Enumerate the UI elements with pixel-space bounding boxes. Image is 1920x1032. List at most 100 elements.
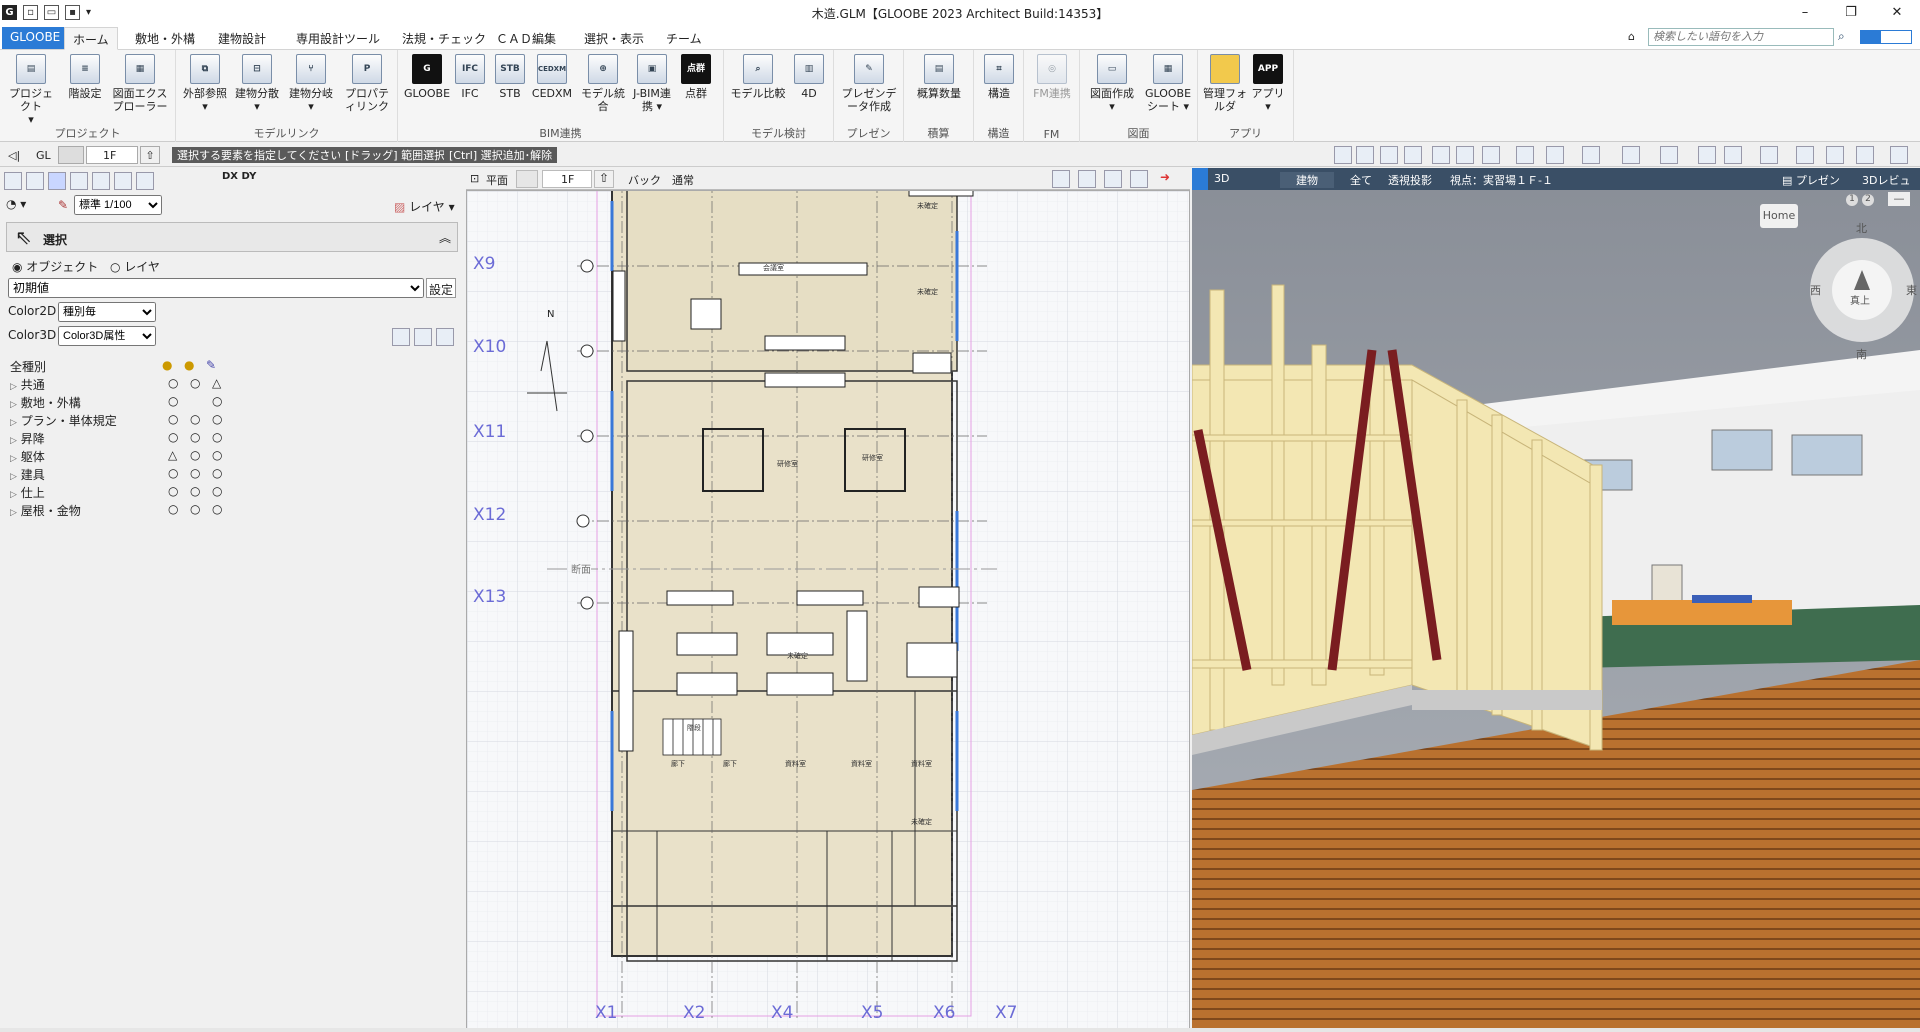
panel-collapse-icon[interactable]: ◁|: [8, 146, 20, 164]
floor-settings-button[interactable]: ≡ 階設定: [60, 54, 110, 100]
category-state-2[interactable]: ○: [212, 412, 222, 426]
category-row[interactable]: ▷ 昇降 ○ ○ ○: [10, 430, 240, 448]
light-bulb-icon[interactable]: [1698, 146, 1716, 164]
category-row[interactable]: ▷ 建具 ○ ○ ○: [10, 466, 240, 484]
category-state-0[interactable]: ○: [168, 430, 178, 444]
plan-view-icon[interactable]: ⊡: [470, 172, 479, 185]
wand-icon[interactable]: [70, 172, 88, 190]
category-state-2[interactable]: ○: [212, 394, 222, 408]
select-filter-icon[interactable]: [1456, 146, 1474, 164]
point-cloud-button[interactable]: 点群 点群: [674, 54, 718, 100]
floor-select[interactable]: 1F: [86, 146, 138, 164]
category-state-1[interactable]: ○: [190, 466, 200, 480]
grip-icon[interactable]: [26, 172, 44, 190]
view-2-button[interactable]: 2: [1862, 194, 1874, 206]
category-row[interactable]: ▷ 屋根・金物 ○ ○ ○: [10, 502, 240, 520]
expand-chevron-icon[interactable]: ▷: [10, 508, 17, 518]
filter-icon[interactable]: [1516, 146, 1534, 164]
4d-button[interactable]: ▥ 4D: [788, 54, 830, 100]
expand-chevron-icon[interactable]: ▷: [10, 418, 17, 428]
bulb-icon[interactable]: [392, 328, 410, 346]
category-state-2[interactable]: ○: [212, 502, 222, 516]
preset-select[interactable]: 初期値: [8, 278, 424, 298]
line-select-icon[interactable]: [92, 172, 110, 190]
category-state-2[interactable]: ○: [212, 430, 222, 444]
category-row[interactable]: ▷ 躯体 △ ○ ○: [10, 448, 240, 466]
category-row[interactable]: ▷ 仕上 ○ ○ ○: [10, 484, 240, 502]
filter-funnel-icon[interactable]: [436, 328, 454, 346]
paint-icon[interactable]: [1724, 146, 1742, 164]
grid-select-icon[interactable]: [136, 172, 154, 190]
expand-chevron-icon[interactable]: ▷: [10, 490, 17, 500]
expand-chevron-icon[interactable]: ▷: [10, 472, 17, 482]
select-cursor-icon[interactable]: [1432, 146, 1450, 164]
tab-home[interactable]: ホーム: [64, 27, 118, 50]
3d-view-canvas[interactable]: Home 1 2 — 北 南 東 西 真上: [1192, 190, 1920, 1032]
ifc-button[interactable]: IFC IFC: [448, 54, 492, 100]
edit-pen-icon[interactable]: ✎: [206, 358, 216, 372]
layer-button[interactable]: ▨ レイヤ ▾: [394, 198, 455, 215]
view-3d-icon[interactable]: [1356, 146, 1374, 164]
apps-button[interactable]: APP アプリ ▾: [1246, 54, 1290, 113]
cross-select-icon[interactable]: [48, 172, 66, 190]
gloobe-sheet-button[interactable]: ▦ GLOOBEシート ▾: [1140, 54, 1196, 113]
perspective-button[interactable]: 透視投影: [1388, 172, 1432, 188]
color2d-select[interactable]: 種別毎: [58, 302, 156, 322]
plan-grid-icon[interactable]: [1130, 170, 1148, 188]
view-list-icon[interactable]: [1334, 146, 1352, 164]
plan-floor-up-icon[interactable]: ⇧: [594, 170, 614, 188]
plan-floor-select[interactable]: 1F: [542, 170, 592, 188]
tab-building-design[interactable]: 建物設計: [210, 27, 274, 50]
presentation-button[interactable]: ▤ プレゼン: [1782, 172, 1840, 188]
plan-sync-arrow-icon[interactable]: ➜: [1160, 170, 1170, 184]
expand-chevron-icon[interactable]: ▷: [10, 382, 17, 392]
external-ref-button[interactable]: ⧉ 外部参照 ▾: [180, 54, 230, 113]
floor-up-icon[interactable]: ⇧: [140, 146, 160, 164]
collapse-up-icon[interactable]: ︽: [439, 229, 451, 246]
new-file-icon[interactable]: ▫: [23, 4, 38, 20]
jbim-button[interactable]: ▣ J-BIM連携 ▾: [630, 54, 674, 113]
compass-west[interactable]: 西: [1810, 282, 1821, 298]
presentation-data-button[interactable]: ✎ プレゼンデータ作成: [840, 54, 898, 113]
tab-special-tools[interactable]: 専用設計ツール: [288, 27, 388, 50]
expand-chevron-icon[interactable]: ▷: [10, 454, 17, 464]
manage-folder-button[interactable]: 管理フォルダ: [1202, 54, 1248, 113]
project-button[interactable]: ▤ プロジェクト ▾: [6, 54, 56, 126]
expand-chevron-icon[interactable]: ▷: [10, 400, 17, 410]
compass-top-view[interactable]: 真上: [1850, 292, 1870, 307]
category-state-1[interactable]: ○: [190, 376, 200, 390]
model-compare-button[interactable]: ⌕ モデル比較: [728, 54, 788, 100]
model-merge-button[interactable]: ⊕ モデル統合: [576, 54, 630, 113]
highlight-icon[interactable]: [1760, 146, 1778, 164]
category-state-0[interactable]: ○: [168, 412, 178, 426]
tab-select-display[interactable]: 選択・表示: [576, 27, 652, 50]
property-link-button[interactable]: P プロパティリンク: [340, 54, 394, 113]
category-state-0[interactable]: ○: [168, 394, 178, 408]
cedxm-button[interactable]: CEDXM CEDXM: [528, 54, 576, 100]
radio-object[interactable]: ◉ オブジェクト: [12, 258, 98, 275]
drawing-create-button[interactable]: ▭ 図面作成 ▾: [1084, 54, 1140, 113]
tab-cad-edit[interactable]: ＣＡＤ編集: [488, 27, 564, 50]
building-distribute-button[interactable]: ⊟ 建物分散 ▾: [232, 54, 282, 113]
category-state-1[interactable]: ○: [190, 430, 200, 444]
restore-button[interactable]: ❐: [1828, 0, 1874, 24]
expand-chevron-icon[interactable]: ▷: [10, 436, 17, 446]
collapse-dash-icon[interactable]: —: [1888, 192, 1910, 206]
category-state-1[interactable]: ○: [190, 502, 200, 516]
redo-icon[interactable]: [1660, 146, 1678, 164]
palette-icon[interactable]: [414, 328, 432, 346]
compass-east[interactable]: 東: [1906, 282, 1917, 298]
category-state-2[interactable]: ○: [212, 466, 222, 480]
scale-select[interactable]: 標準 1/100: [74, 195, 162, 215]
category-state-2[interactable]: △: [212, 376, 221, 390]
radio-layer[interactable]: ○ レイヤ: [110, 258, 160, 275]
split-vertical-icon[interactable]: [1380, 146, 1398, 164]
tab-site[interactable]: 敷地・外構: [127, 27, 203, 50]
snap-icon[interactable]: [1796, 146, 1814, 164]
align-icon[interactable]: [1482, 146, 1500, 164]
category-state-0[interactable]: ○: [168, 484, 178, 498]
snap-point-icon[interactable]: [1856, 146, 1874, 164]
compass-south[interactable]: 南: [1856, 346, 1867, 362]
category-state-1[interactable]: ○: [190, 484, 200, 498]
save-icon[interactable]: ▪: [65, 4, 80, 20]
